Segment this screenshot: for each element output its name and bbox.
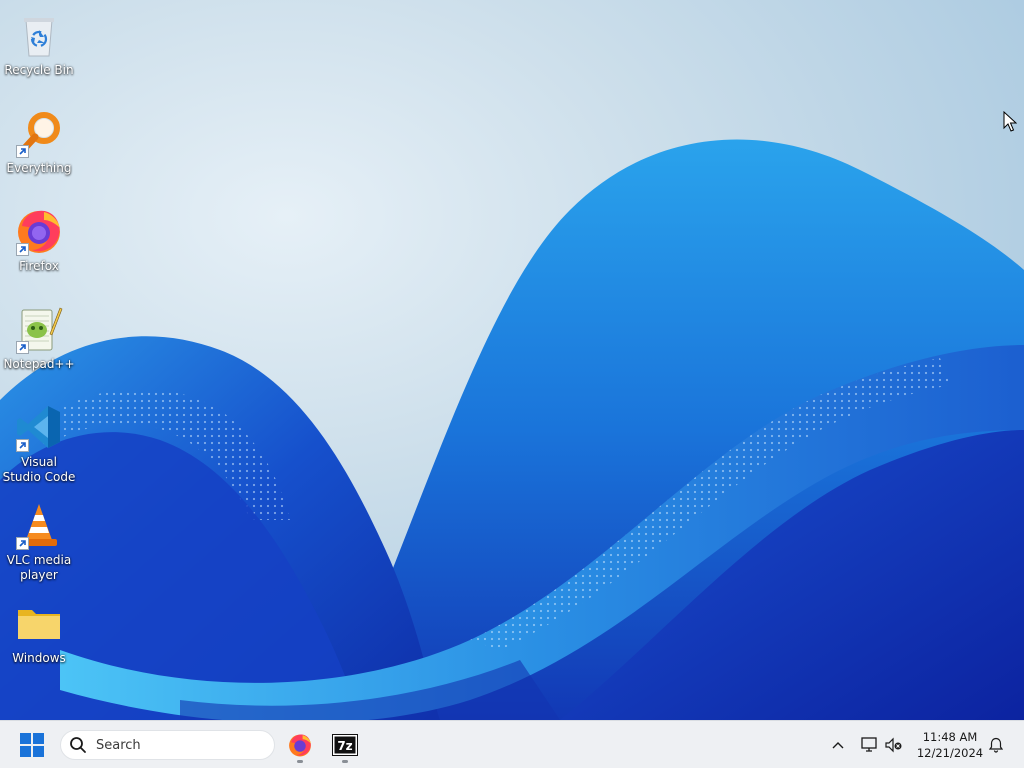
desktop-icon-everything[interactable]: Everything bbox=[0, 102, 78, 192]
desktop-icon-label: Visual Studio Code bbox=[2, 455, 76, 484]
desktop-icon-label: Notepad++ bbox=[3, 357, 75, 371]
desktop-icon-recycle-bin[interactable]: Recycle Bin bbox=[0, 4, 78, 94]
svg-text:7z: 7z bbox=[337, 739, 352, 753]
desktop-icon-label: Firefox bbox=[19, 259, 59, 273]
shortcut-arrow-icon bbox=[16, 341, 29, 354]
notepadpp-icon bbox=[14, 304, 64, 354]
taskbar-search-box[interactable] bbox=[60, 730, 275, 760]
vlc-icon bbox=[14, 500, 64, 550]
desktop-icon-windows-folder[interactable]: Windows bbox=[0, 592, 78, 682]
firefox-icon bbox=[14, 206, 64, 256]
shortcut-arrow-icon bbox=[16, 145, 29, 158]
folder-icon bbox=[14, 598, 64, 648]
taskbar-app-7zip[interactable]: 7z bbox=[327, 727, 363, 763]
desktop-icon-vscode[interactable]: Visual Studio Code bbox=[0, 396, 78, 486]
network-ethernet-icon bbox=[861, 737, 877, 752]
start-button[interactable] bbox=[14, 729, 50, 761]
seven-zip-icon: 7z bbox=[332, 734, 358, 756]
desktop-icon-label: Everything bbox=[6, 161, 72, 175]
vscode-icon bbox=[14, 402, 64, 452]
running-indicator bbox=[342, 760, 348, 763]
firefox-icon bbox=[289, 734, 311, 757]
volume-muted-icon bbox=[885, 737, 902, 753]
search-icon bbox=[70, 737, 86, 753]
search-input[interactable] bbox=[94, 736, 258, 754]
shortcut-arrow-icon bbox=[16, 243, 29, 256]
windows-logo-icon bbox=[20, 733, 44, 757]
taskbar-clock[interactable]: 11:48 AM 12/21/2024 bbox=[912, 729, 988, 761]
running-indicator bbox=[297, 760, 303, 763]
chevron-up-icon bbox=[832, 742, 844, 749]
recycle-bin-icon bbox=[14, 10, 64, 60]
taskbar: 7z 11:48 AM 12/21/2024 bbox=[0, 720, 1024, 768]
desktop-icon-notepadpp[interactable]: Notepad++ bbox=[0, 298, 78, 388]
shortcut-arrow-icon bbox=[16, 537, 29, 550]
notifications-button[interactable] bbox=[984, 721, 1008, 769]
mouse-pointer-icon bbox=[1003, 111, 1017, 132]
shortcut-arrow-icon bbox=[16, 439, 29, 452]
clock-time: 11:48 AM bbox=[922, 730, 978, 744]
desktop-icon-label: VLC media player bbox=[6, 553, 72, 582]
bell-icon bbox=[989, 737, 1003, 753]
desktop-icon-vlc[interactable]: VLC media player bbox=[0, 494, 78, 584]
desktop-icon-label: Recycle Bin bbox=[4, 63, 74, 77]
taskbar-app-firefox[interactable] bbox=[282, 727, 318, 763]
desktop[interactable]: Recycle Bin Everything Firefox Notepad++… bbox=[0, 0, 1024, 720]
everything-icon bbox=[14, 108, 64, 158]
clock-date: 12/21/2024 bbox=[916, 746, 984, 760]
desktop-icon-firefox[interactable]: Firefox bbox=[0, 200, 78, 290]
desktop-icon-label: Windows bbox=[12, 651, 66, 665]
wallpaper-bloom bbox=[0, 139, 1024, 720]
quick-settings-button[interactable] bbox=[856, 721, 908, 769]
show-hidden-icons-button[interactable] bbox=[826, 721, 850, 769]
